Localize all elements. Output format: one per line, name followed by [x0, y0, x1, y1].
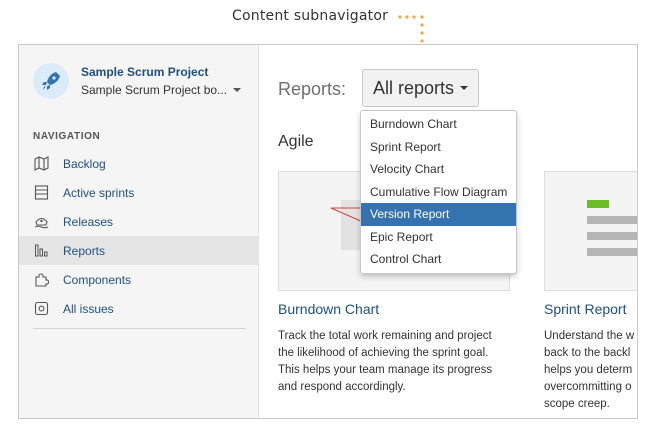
project-header[interactable]: Sample Scrum Project Sample Scrum Projec…	[33, 63, 242, 99]
sidebar-item-releases[interactable]: Releases	[19, 207, 258, 236]
sprint-report-description: Understand the w back to the backl helps…	[544, 328, 637, 413]
description-line: Understand the w	[544, 330, 635, 342]
sidebar-item-reports[interactable]: Reports	[19, 236, 258, 265]
puzzle-icon	[33, 272, 49, 288]
map-icon	[33, 156, 49, 172]
burndown-chart-description: Track the total work remaining and proje…	[278, 328, 514, 396]
annotation-label: Content subnavigator	[232, 8, 389, 24]
report-dropdown-menu: Burndown Chart Sprint Report Velocity Ch…	[360, 110, 517, 274]
sidebar-item-label: Releases	[63, 214, 114, 229]
menu-item-version-report[interactable]: Version Report	[361, 203, 516, 226]
chevron-down-icon	[233, 88, 242, 92]
menu-item-control-chart[interactable]: Control Chart	[361, 248, 516, 271]
bar-chart-icon	[33, 243, 49, 259]
ship-icon	[33, 214, 49, 230]
sidebar-item-label: Active sprints	[63, 185, 135, 200]
board-icon	[33, 185, 49, 201]
menu-item-cumulative-flow-diagram[interactable]: Cumulative Flow Diagram	[361, 181, 516, 204]
menu-item-sprint-report[interactable]: Sprint Report	[361, 136, 516, 159]
project-name[interactable]: Sample Scrum Project	[81, 65, 241, 79]
rocket-icon	[33, 63, 69, 99]
description-line: helps you determ	[544, 364, 633, 376]
report-selector-value: All reports	[373, 77, 455, 98]
description-line: This helps your team manage its progress	[278, 364, 493, 376]
description-line: and respond accordingly.	[278, 381, 406, 393]
menu-item-burndown-chart[interactable]: Burndown Chart	[361, 113, 516, 136]
description-line: Track the total work remaining and proje…	[278, 330, 492, 342]
menu-item-velocity-chart[interactable]: Velocity Chart	[361, 158, 516, 181]
nav-list: Backlog Active sprints Releases Reports	[19, 149, 258, 323]
description-line: the likelihood of achieving the sprint g…	[278, 347, 489, 359]
chevron-down-icon	[460, 86, 469, 90]
sprint-report-link[interactable]: Sprint Report	[544, 301, 626, 317]
sidebar-item-label: All issues	[63, 301, 114, 316]
sidebar-item-label: Backlog	[63, 156, 106, 171]
description-line: scope creep.	[544, 398, 610, 410]
sidebar-item-backlog[interactable]: Backlog	[19, 149, 258, 178]
nav-heading: NAVIGATION	[33, 131, 101, 142]
board-name: Sample Scrum Project bo...	[81, 83, 228, 97]
issues-icon	[33, 301, 49, 317]
sidebar-item-components[interactable]: Components	[19, 265, 258, 294]
description-line: overcommitting o	[544, 381, 632, 393]
menu-item-epic-report[interactable]: Epic Report	[361, 226, 516, 249]
board-selector[interactable]: Sample Scrum Project bo...	[81, 83, 242, 97]
burndown-chart-link[interactable]: Burndown Chart	[278, 301, 379, 317]
section-title: Agile	[278, 133, 314, 150]
sidebar-item-active-sprints[interactable]: Active sprints	[19, 178, 258, 207]
report-selector-button[interactable]: All reports	[362, 69, 480, 107]
sidebar-item-label: Reports	[63, 243, 106, 258]
sidebar: Sample Scrum Project Sample Scrum Projec…	[19, 45, 259, 418]
reports-label: Reports:	[278, 79, 347, 99]
app-window: Sample Scrum Project Sample Scrum Projec…	[18, 44, 638, 419]
sidebar-item-label: Components	[63, 272, 132, 287]
sidebar-item-all-issues[interactable]: All issues	[19, 294, 258, 323]
sprint-report-thumbnail[interactable]	[544, 171, 637, 291]
sidebar-divider	[33, 328, 246, 329]
description-line: back to the backl	[544, 347, 631, 359]
